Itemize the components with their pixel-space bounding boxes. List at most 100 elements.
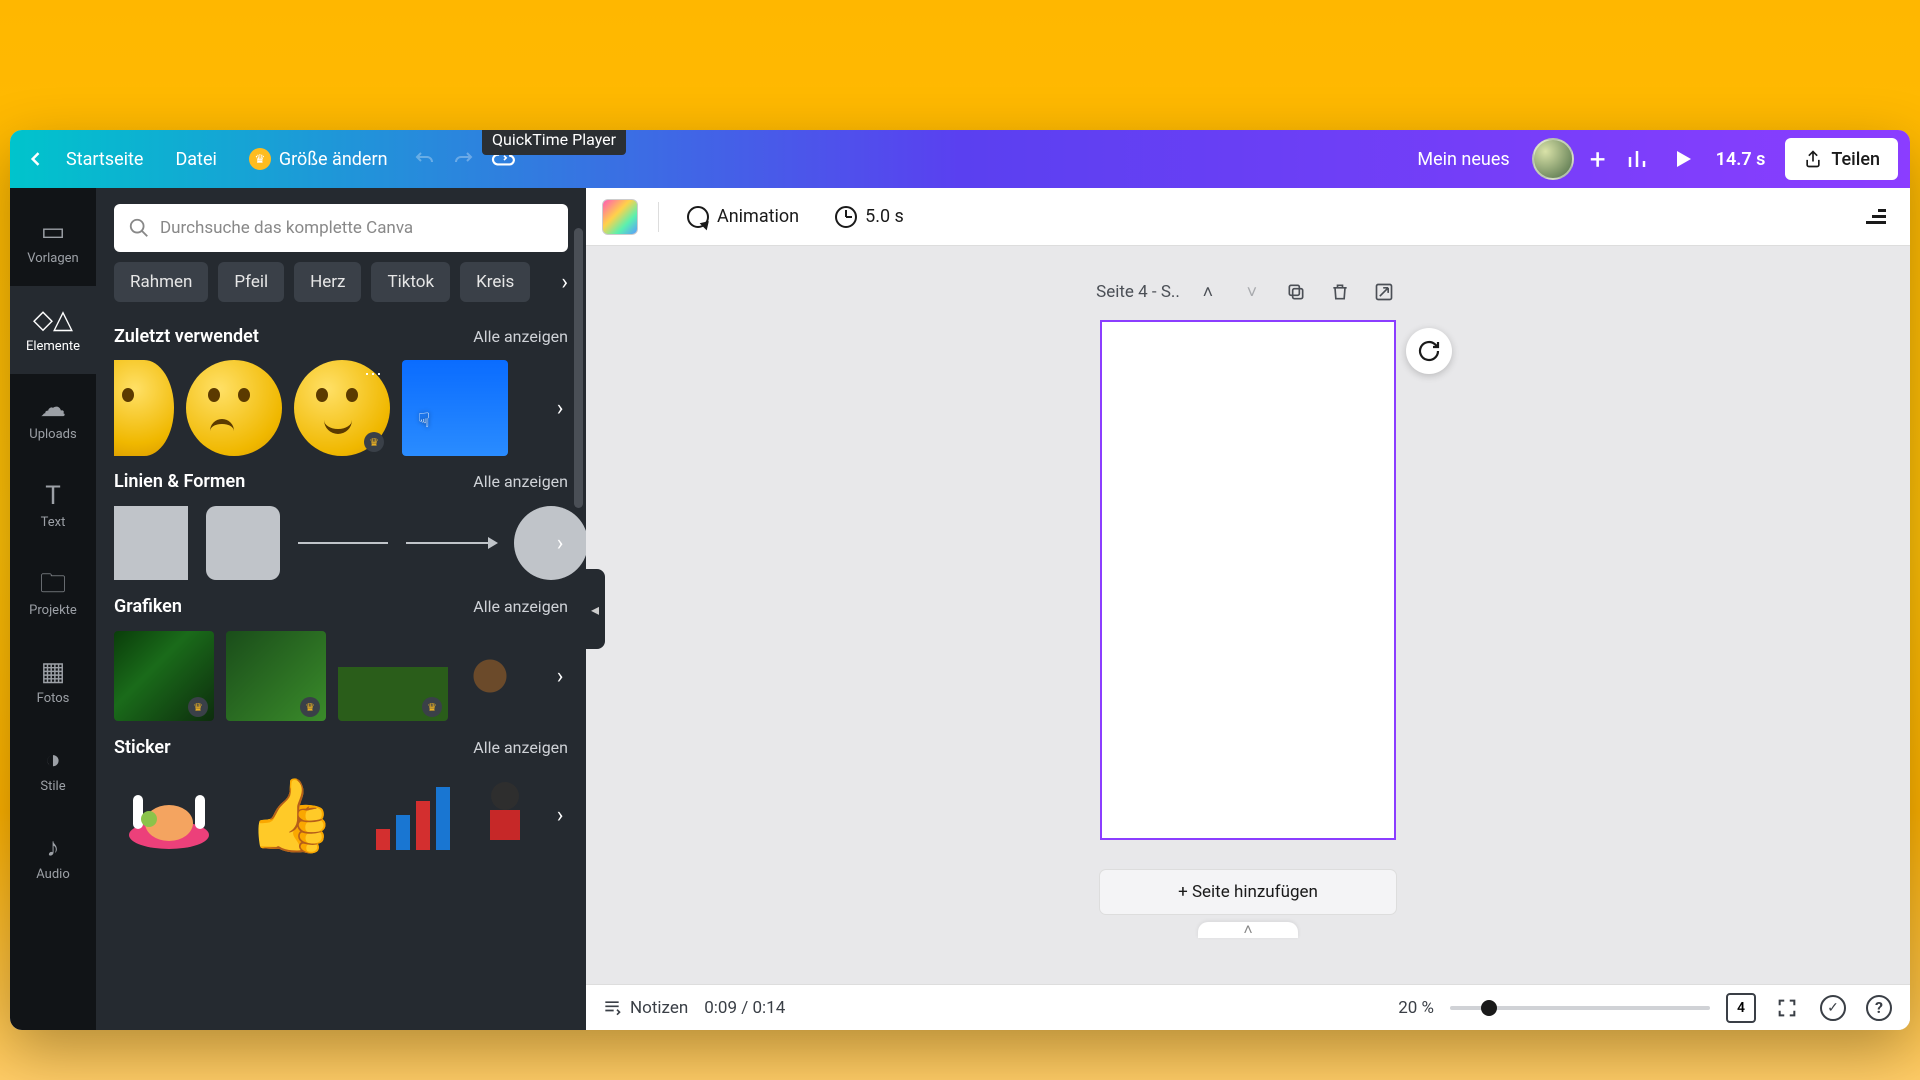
check-icon: ✓ [1820, 995, 1846, 1021]
zoom-value: 20 % [1398, 998, 1434, 1018]
barchart-icon [376, 780, 450, 850]
projects-icon: 🗀 [40, 571, 66, 597]
rail-stile[interactable]: ◑Stile [10, 726, 96, 814]
rail-fotos[interactable]: ▦ Fotos [10, 638, 96, 726]
crown-icon: ♛ [249, 148, 271, 170]
shapes-scroll-right[interactable]: › [546, 529, 574, 557]
chip-kreis[interactable]: Kreis [460, 262, 530, 302]
recent-scroll-right[interactable]: › [546, 394, 574, 422]
sticker-barchart[interactable] [358, 770, 468, 860]
shape-arrow-line[interactable] [406, 542, 496, 544]
notes-button[interactable]: Notizen [602, 998, 688, 1018]
check-button[interactable]: ✓ [1818, 993, 1848, 1023]
undo-button[interactable] [404, 139, 444, 179]
chip-herz[interactable]: Herz [294, 262, 361, 302]
premium-icon: ♛ [300, 697, 320, 717]
search-input[interactable] [160, 218, 554, 238]
canvas-area: Animation 5.0 s [586, 188, 1910, 1030]
page-label[interactable]: Seite 4 - S.. [1096, 282, 1180, 302]
chip-tiktok[interactable]: Tiktok [371, 262, 450, 302]
duplicate-page-button[interactable] [1280, 276, 1312, 308]
insights-button[interactable] [1614, 136, 1660, 182]
rail-label: Elemente [26, 339, 80, 354]
layers-button[interactable] [1858, 203, 1894, 230]
more-icon[interactable]: ⋯ [364, 364, 384, 385]
rail-vorlagen[interactable]: ▭Vorlagen [10, 198, 96, 286]
rail-audio[interactable]: ♪Audio [10, 814, 96, 902]
chip-pfeil[interactable]: Pfeil [218, 262, 284, 302]
animation-button[interactable]: Animation [679, 200, 807, 234]
premium-icon: ♛ [422, 697, 442, 717]
fullscreen-button[interactable] [1772, 993, 1802, 1023]
app-header: Startseite Datei ♛ Größe ändern Mein neu… [10, 130, 1910, 188]
zoom-thumb[interactable] [1481, 1000, 1497, 1016]
rail-text[interactable]: TText [10, 462, 96, 550]
section-sticker-all[interactable]: Alle anzeigen [473, 738, 568, 757]
timeline-expand-tab[interactable]: ˄ [1198, 922, 1298, 938]
sticker-gift[interactable] [480, 770, 530, 860]
shape-rounded-square[interactable] [206, 506, 280, 580]
element-emoji-partial[interactable] [114, 360, 174, 456]
canvas-scroll[interactable]: Seite 4 - S.. ˄ ˅ [586, 246, 1910, 984]
rail-projekte[interactable]: 🗀Projekte [10, 550, 96, 638]
sticker-thumbsup[interactable]: 👍 [236, 770, 346, 860]
canvas-page[interactable] [1100, 320, 1396, 840]
page-up-button[interactable]: ˄ [1192, 276, 1224, 308]
zoom-slider[interactable] [1450, 1006, 1710, 1010]
project-title[interactable]: Mein neues [1403, 149, 1523, 170]
graphic-foliage-2[interactable]: ♛ [226, 631, 326, 721]
rail-label: Stile [40, 779, 65, 794]
nav-resize[interactable]: ♛ Größe ändern [233, 148, 404, 170]
add-page-button[interactable]: + Seite hinzufügen [1100, 870, 1396, 914]
photos-icon: ▦ [41, 659, 66, 685]
bottom-bar: Notizen 0:09 / 0:14 20 % 4 ✓ ? [586, 984, 1910, 1030]
page-down-button[interactable]: ˅ [1236, 276, 1268, 308]
redo-button[interactable] [444, 139, 484, 179]
graphic-vines[interactable]: ♛ [338, 631, 448, 721]
header-duration: 14.7 s [1706, 149, 1776, 170]
timing-button[interactable]: 5.0 s [827, 200, 912, 234]
chip-rahmen[interactable]: Rahmen [114, 262, 208, 302]
delete-page-button[interactable] [1324, 276, 1356, 308]
time-total: 0:14 [752, 998, 785, 1018]
section-graphics-title: Grafiken [114, 596, 182, 617]
shape-line[interactable] [298, 542, 388, 544]
element-blue-gradient[interactable]: ☟ [402, 360, 508, 456]
expand-page-button[interactable] [1368, 276, 1400, 308]
page-count-button[interactable]: 4 [1726, 993, 1756, 1023]
share-label: Teilen [1831, 149, 1880, 170]
shape-square[interactable] [114, 506, 188, 580]
clock-icon [835, 206, 857, 228]
panel-collapse-handle[interactable]: ◂ [585, 569, 605, 649]
tooltip-quicktime: QuickTime Player [482, 130, 626, 155]
graphics-scroll-right[interactable]: › [546, 662, 574, 690]
rail-elemente[interactable]: ◇△Elemente [10, 286, 96, 374]
regenerate-button[interactable] [1406, 328, 1452, 374]
search-icon [128, 217, 150, 239]
premium-icon: ♛ [364, 432, 384, 452]
help-button[interactable]: ? [1864, 993, 1894, 1023]
play-button[interactable] [1660, 136, 1706, 182]
element-emoji-thinking[interactable] [186, 360, 282, 456]
sticker-food[interactable] [114, 770, 224, 860]
section-shapes-all[interactable]: Alle anzeigen [473, 472, 568, 491]
text-icon: T [45, 483, 61, 509]
sticker-scroll-right[interactable]: › [546, 801, 574, 829]
graphic-tree[interactable] [460, 631, 520, 721]
graphic-foliage-1[interactable]: ♛ [114, 631, 214, 721]
back-button[interactable] [22, 145, 50, 173]
add-collaborator-button[interactable]: + [1582, 143, 1614, 175]
nav-file[interactable]: Datei [159, 149, 232, 170]
rail-uploads[interactable]: ☁Uploads [10, 374, 96, 462]
chips-scroll-right[interactable]: › [532, 262, 572, 302]
search-box[interactable] [114, 204, 568, 252]
nav-home[interactable]: Startseite [50, 149, 159, 170]
section-recent-all[interactable]: Alle anzeigen [473, 327, 568, 346]
share-button[interactable]: Teilen [1785, 138, 1898, 180]
timing-label: 5.0 s [865, 206, 904, 227]
section-graphics-all[interactable]: Alle anzeigen [473, 597, 568, 616]
element-emoji-face[interactable]: ⋯ ♛ [294, 360, 390, 456]
color-picker-button[interactable] [602, 199, 638, 235]
rail-label: Fotos [37, 691, 70, 706]
avatar[interactable] [1532, 138, 1574, 180]
